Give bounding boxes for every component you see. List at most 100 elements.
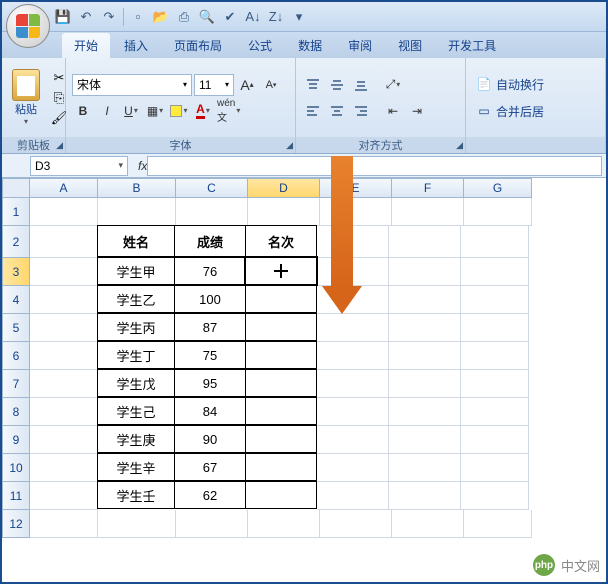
- row-header[interactable]: 8: [2, 398, 30, 426]
- row-header[interactable]: 3: [2, 258, 30, 286]
- cell[interactable]: 学生戊: [97, 369, 175, 397]
- shrink-font-button[interactable]: A▾: [260, 74, 282, 96]
- cell[interactable]: [317, 370, 389, 398]
- cell[interactable]: [245, 257, 317, 285]
- cell[interactable]: 学生丙: [97, 313, 175, 341]
- tab-页面布局[interactable]: 页面布局: [162, 33, 234, 58]
- qat-print-preview[interactable]: 🔍: [196, 6, 218, 28]
- row-header[interactable]: 9: [2, 426, 30, 454]
- align-top-button[interactable]: [302, 74, 324, 96]
- cell[interactable]: [389, 370, 461, 398]
- cell[interactable]: [248, 510, 320, 538]
- column-header[interactable]: B: [98, 178, 176, 198]
- cell[interactable]: [389, 258, 461, 286]
- tab-开发工具[interactable]: 开发工具: [436, 33, 508, 58]
- cell[interactable]: 84: [174, 397, 246, 425]
- bold-button[interactable]: B: [72, 100, 94, 122]
- cell[interactable]: [245, 285, 317, 313]
- cell[interactable]: 学生乙: [97, 285, 175, 313]
- increase-indent-button[interactable]: ⇥: [406, 100, 428, 122]
- qat-undo[interactable]: ↶: [75, 6, 97, 28]
- cell[interactable]: 学生庚: [97, 425, 175, 453]
- wrap-text-button[interactable]: 📄 自动换行: [474, 74, 546, 95]
- border-button[interactable]: ▦▾: [144, 100, 166, 122]
- cell[interactable]: [317, 226, 389, 258]
- column-header[interactable]: G: [464, 178, 532, 198]
- cell[interactable]: [30, 510, 98, 538]
- font-color-button[interactable]: A▾: [192, 100, 214, 122]
- cell[interactable]: [389, 426, 461, 454]
- row-header[interactable]: 7: [2, 370, 30, 398]
- cell[interactable]: [461, 226, 529, 258]
- cell[interactable]: [464, 198, 532, 226]
- cell[interactable]: [176, 198, 248, 226]
- font-size-select[interactable]: 11▾: [194, 74, 234, 96]
- tab-视图[interactable]: 视图: [386, 33, 434, 58]
- orientation-button[interactable]: ⤢▾: [382, 74, 404, 96]
- select-all-button[interactable]: [2, 178, 30, 198]
- cell[interactable]: [98, 198, 176, 226]
- cell[interactable]: [389, 226, 461, 258]
- cell[interactable]: [389, 398, 461, 426]
- cell[interactable]: [245, 425, 317, 453]
- cell[interactable]: [461, 370, 529, 398]
- fill-color-button[interactable]: ▾: [168, 100, 190, 122]
- name-box[interactable]: D3▾: [30, 156, 128, 176]
- tab-数据[interactable]: 数据: [286, 33, 334, 58]
- qat-sort-asc[interactable]: A↓: [242, 6, 264, 28]
- qat-save[interactable]: 💾: [52, 6, 74, 28]
- row-header[interactable]: 6: [2, 342, 30, 370]
- grow-font-button[interactable]: A▴: [236, 74, 258, 96]
- cell[interactable]: [30, 198, 98, 226]
- office-button[interactable]: [6, 4, 50, 48]
- decrease-indent-button[interactable]: ⇤: [382, 100, 404, 122]
- tab-开始[interactable]: 开始: [62, 33, 110, 58]
- align-right-button[interactable]: [350, 100, 372, 122]
- cell[interactable]: [461, 286, 529, 314]
- align-bottom-button[interactable]: [350, 74, 372, 96]
- cell[interactable]: [461, 454, 529, 482]
- cell[interactable]: 姓名: [97, 225, 175, 257]
- cell[interactable]: 62: [174, 481, 246, 509]
- cell-grid[interactable]: 姓名成绩名次学生甲76学生乙100学生丙87学生丁75学生戊95学生己84学生庚…: [30, 198, 532, 538]
- cell[interactable]: [30, 482, 98, 510]
- cell[interactable]: [320, 510, 392, 538]
- tab-公式[interactable]: 公式: [236, 33, 284, 58]
- cell[interactable]: [317, 482, 389, 510]
- cell[interactable]: [389, 454, 461, 482]
- phonetic-button[interactable]: wén文▾: [216, 100, 241, 122]
- cell[interactable]: [245, 341, 317, 369]
- row-header[interactable]: 11: [2, 482, 30, 510]
- align-center-button[interactable]: [326, 100, 348, 122]
- cell[interactable]: [461, 258, 529, 286]
- cell[interactable]: [389, 482, 461, 510]
- row-header[interactable]: 5: [2, 314, 30, 342]
- column-header[interactable]: E: [320, 178, 392, 198]
- cell[interactable]: [30, 226, 98, 258]
- cell[interactable]: [30, 454, 98, 482]
- qat-new[interactable]: ▫: [127, 6, 149, 28]
- cell[interactable]: [461, 482, 529, 510]
- cell[interactable]: 成绩: [174, 225, 246, 257]
- cell[interactable]: 学生壬: [97, 481, 175, 509]
- cell[interactable]: [30, 426, 98, 454]
- cell[interactable]: [461, 398, 529, 426]
- qat-spell[interactable]: ✔: [219, 6, 241, 28]
- paste-button[interactable]: 粘贴 ▾: [8, 67, 44, 128]
- cell[interactable]: [30, 370, 98, 398]
- fx-button[interactable]: fx: [138, 159, 147, 173]
- cell[interactable]: [461, 342, 529, 370]
- cell[interactable]: 87: [174, 313, 246, 341]
- cell[interactable]: 76: [174, 257, 246, 285]
- cell[interactable]: [176, 510, 248, 538]
- cell[interactable]: [317, 314, 389, 342]
- cell[interactable]: [389, 342, 461, 370]
- row-header[interactable]: 10: [2, 454, 30, 482]
- row-header[interactable]: 4: [2, 286, 30, 314]
- cell[interactable]: 学生辛: [97, 453, 175, 481]
- cell[interactable]: [317, 258, 389, 286]
- qat-redo[interactable]: ↷: [98, 6, 120, 28]
- row-header[interactable]: 12: [2, 510, 30, 538]
- cell[interactable]: [389, 286, 461, 314]
- alignment-launcher[interactable]: ◢: [456, 140, 463, 151]
